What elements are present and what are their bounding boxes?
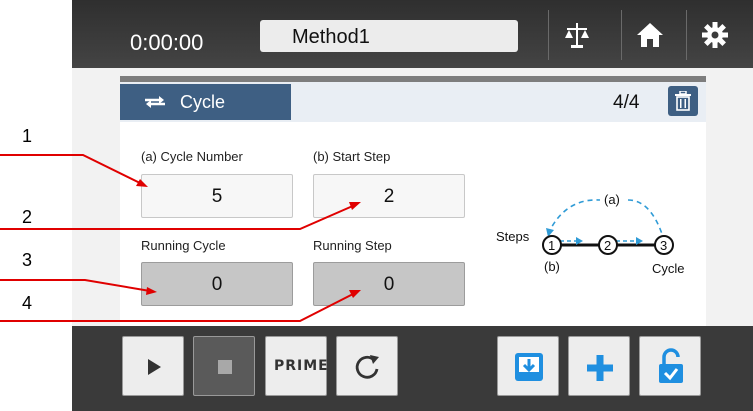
callout-line-3 [0, 279, 151, 292]
callout-line-4 [0, 292, 356, 322]
callout-lines [0, 154, 361, 322]
callout-line-2 [0, 204, 356, 230]
callout-line-1 [0, 154, 143, 185]
